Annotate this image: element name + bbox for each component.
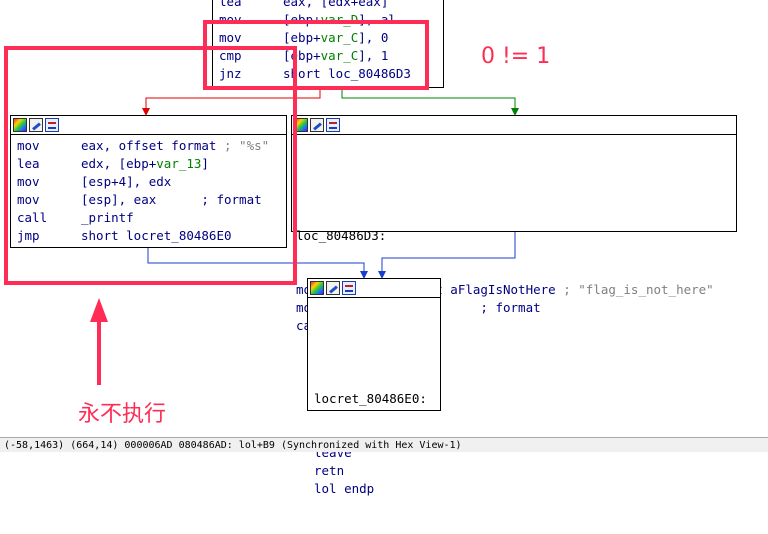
operand: [ebp+ xyxy=(283,48,321,63)
mnemonic: mov xyxy=(219,30,242,45)
mnemonic: cmp xyxy=(219,48,242,63)
code-block-top[interactable]: lea eax, [edx+eax] mov [ebp+ var_D], al mov [e… xyxy=(212,0,444,88)
edit-icon[interactable] xyxy=(326,281,340,295)
code-block-top-body: lea eax, [edx+eax] mov [ebp+ var_D], al mov [e… xyxy=(213,0,443,83)
operand: ; format xyxy=(156,192,262,207)
code-line[interactable]: lol endp xyxy=(314,480,440,498)
code-line[interactable]: mov [ebp+ var_D], al xyxy=(219,11,443,29)
operand: [esp], eax xyxy=(81,192,157,207)
xref-icon[interactable] xyxy=(45,118,59,132)
block-header xyxy=(292,116,736,135)
status-bar: (-58,1463) (664,14) 000006AD 080486AD: l… xyxy=(0,437,768,452)
edge-true xyxy=(341,88,516,110)
code-line[interactable]: lea edx, [ebp+ var_13] xyxy=(17,155,286,173)
mnemonic: mov xyxy=(17,138,40,153)
operand: eax, offset format xyxy=(81,138,217,153)
operand: ], 0 xyxy=(358,30,389,45)
operand: eax, [edx+eax] xyxy=(283,0,389,9)
operand: [esp+4], edx xyxy=(81,174,172,189)
code-line[interactable]: jmp short locret_80486E0 xyxy=(17,227,286,245)
mnemonic: call xyxy=(17,210,48,225)
code-line[interactable]: mov eax, offset format ; "%s" xyxy=(17,137,286,155)
code-line[interactable]: call _printf xyxy=(17,209,286,227)
code-line[interactable]: mov [ebp+ var_C], 0 xyxy=(219,29,443,47)
xref-icon[interactable] xyxy=(342,281,356,295)
operand: ], al xyxy=(358,12,396,27)
operand: [ebp+ xyxy=(283,12,321,27)
mnemonic: mov xyxy=(219,12,242,27)
annotation-neq: 0 != 1 xyxy=(481,44,551,69)
mnemonic: lea xyxy=(219,0,242,9)
mnemonic: mov xyxy=(17,192,40,207)
code-block-bottom[interactable]: locret_80486E0: leaveretnlol endp xyxy=(307,278,441,496)
mnemonic: jmp xyxy=(17,228,40,243)
code-label[interactable]: locret_80486E0: xyxy=(314,390,440,408)
operand: short locret_80486E0 xyxy=(81,228,232,243)
operand: edx, [ebp+ xyxy=(81,156,157,171)
comment: ; "%s" xyxy=(216,138,270,153)
code-line[interactable]: mov [esp+4], edx xyxy=(17,173,286,191)
code-block-left-body: mov eax, offset format ; "%s" lea edx, [ebp… xyxy=(11,135,286,245)
code-line[interactable]: lea eax, [edx+eax] xyxy=(219,0,443,11)
code-label[interactable]: loc_80486D3: xyxy=(296,227,736,245)
graph-color-icon[interactable] xyxy=(13,118,27,132)
code-block-right[interactable]: loc_80486D3: moveax, offset aFlagIsNotHe… xyxy=(291,115,737,333)
variable-ref: var_C xyxy=(320,48,359,63)
edit-icon[interactable] xyxy=(310,118,324,132)
operand: _printf xyxy=(81,210,134,225)
graph-color-icon[interactable] xyxy=(294,118,308,132)
xref-icon[interactable] xyxy=(326,118,340,132)
variable-ref: var_D xyxy=(320,12,359,27)
edit-icon[interactable] xyxy=(29,118,43,132)
code-line[interactable]: jnz short loc_80486D3 xyxy=(219,65,443,83)
comment: ; "flag_is_not_here" xyxy=(555,282,714,297)
operand: ; format xyxy=(435,300,541,315)
operand: ], 1 xyxy=(358,48,389,63)
variable-ref: var_13 xyxy=(156,156,202,171)
code-line[interactable]: cmp [ebp+ var_C], 1 xyxy=(219,47,443,65)
mnemonic: mov xyxy=(17,174,40,189)
mnemonic: lol endp xyxy=(314,481,375,496)
operand: [ebp+ xyxy=(283,30,321,45)
mnemonic: lea xyxy=(17,156,40,171)
block-header xyxy=(308,279,440,298)
code-line[interactable]: retn xyxy=(314,462,440,480)
block-header xyxy=(11,116,286,135)
operand: short loc_80486D3 xyxy=(283,66,411,81)
edge-false xyxy=(145,88,321,110)
mnemonic: retn xyxy=(314,463,345,478)
annotation-never-executed: 永不执行 xyxy=(78,402,167,427)
variable-ref: var_C xyxy=(320,30,359,45)
mnemonic: jnz xyxy=(219,66,242,81)
graph-color-icon[interactable] xyxy=(310,281,324,295)
operand: ] xyxy=(201,156,209,171)
code-block-left[interactable]: mov eax, offset format ; "%s" lea edx, [ebp… xyxy=(10,115,287,248)
code-line[interactable]: mov [esp], eax ; format xyxy=(17,191,286,209)
code-block-bottom-body: locret_80486E0: leaveretnlol endp xyxy=(308,298,440,534)
